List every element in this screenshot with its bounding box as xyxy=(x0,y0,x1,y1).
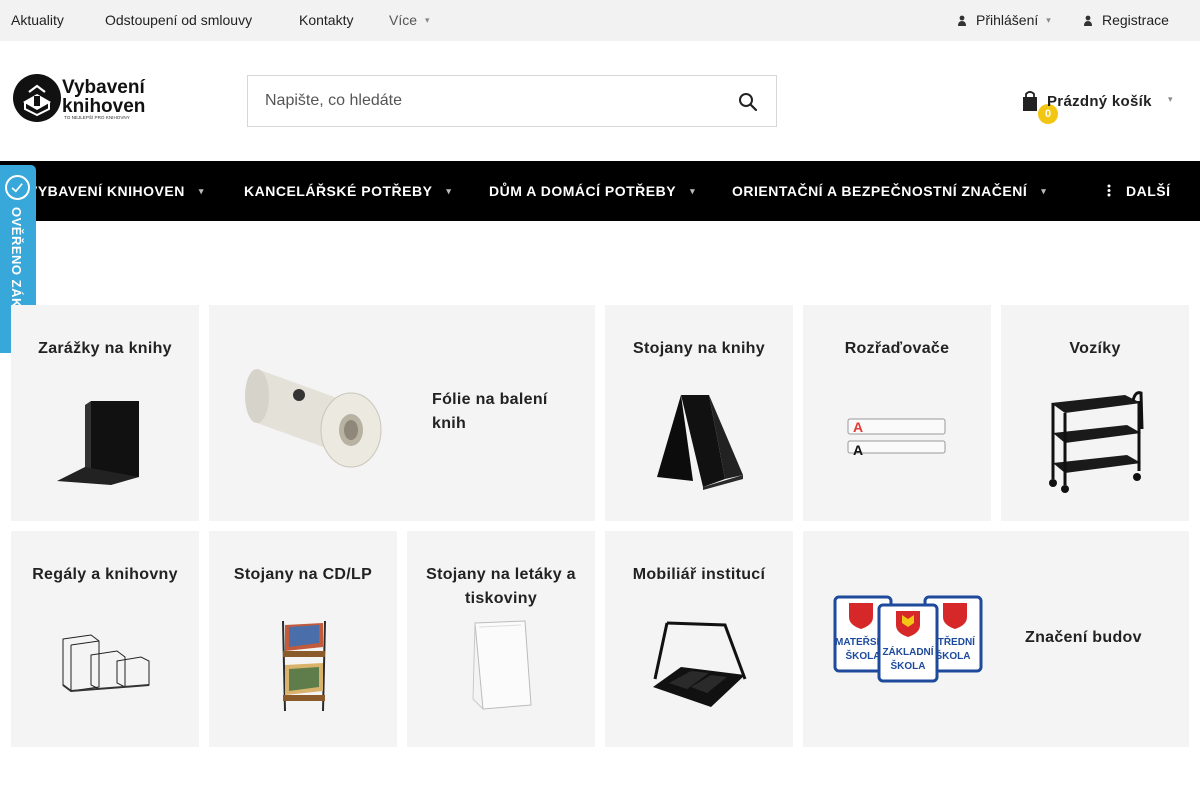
book-stand-image xyxy=(657,395,743,490)
logo-graphic: Vybavení knihoven TO NEJLEPŠÍ PRO KNIHOV… xyxy=(13,74,145,122)
magazine-rack-image xyxy=(653,621,747,707)
category-title: Značení budov xyxy=(1025,629,1142,646)
category-tile-folie[interactable]: Fólie na balení knih xyxy=(209,305,595,521)
user-icon xyxy=(958,15,966,26)
category-title: Rozřaďovače xyxy=(844,340,950,357)
category-tile-rozradovace[interactable]: Rozřaďovače A A xyxy=(803,305,991,521)
category-tile-stojany-na-knihy[interactable]: Stojany na knihy xyxy=(605,305,793,521)
top-bar: Aktuality Odstoupení od smlouvy Kontakty… xyxy=(0,0,1200,41)
category-title: Stojany na CD/LP xyxy=(233,566,373,583)
register-link[interactable]: Registrace xyxy=(1084,12,1169,28)
logo-tagline: TO NEJLEPŠÍ PRO KNIHOVNY xyxy=(64,114,130,120)
chevron-down-icon: ▾ xyxy=(198,186,204,196)
search-box xyxy=(247,75,777,127)
sign-center-line2: ŠKOLA xyxy=(891,659,926,672)
nav-item-dum-a-domaci-potreby[interactable]: DŮM A DOMÁCÍ POTŘEBY ▾ xyxy=(489,183,695,199)
sign-center: ZÁKLADNÍ ŠKOLA xyxy=(877,603,939,683)
category-tile-stojany-cd-lp[interactable]: Stojany na CD/LP xyxy=(209,531,397,747)
category-tile-mobiliar[interactable]: Mobiliář institucí xyxy=(605,531,793,747)
nav-item-kancelarske-potreby[interactable]: KANCELÁŘSKÉ POTŘEBY ▾ xyxy=(244,183,451,199)
divider-letter-red: A xyxy=(853,419,863,435)
link-aktuality[interactable]: Aktuality xyxy=(11,12,64,28)
sign-left-line2: ŠKOLA xyxy=(846,649,881,662)
nav-item-vybaveni-knihoven[interactable]: VYBAVENÍ KNIHOVEN ▾ xyxy=(28,183,204,199)
site-logo[interactable]: Vybavení knihoven TO NEJLEPŠÍ PRO KNIHOV… xyxy=(12,72,152,124)
sign-center-line1: ZÁKLADNÍ xyxy=(882,645,933,658)
link-kontakty[interactable]: Kontakty xyxy=(299,12,353,28)
category-title: Vozíky xyxy=(1069,340,1121,357)
nav-more-button[interactable]: DALŠÍ xyxy=(1106,183,1171,199)
verified-seal-icon xyxy=(5,175,30,200)
category-tile-voziky[interactable]: Vozíky xyxy=(1001,305,1189,521)
register-label: Registrace xyxy=(1102,12,1169,28)
chevron-down-icon: ▾ xyxy=(690,186,696,196)
chevron-down-icon: ▾ xyxy=(1168,94,1173,104)
record-rack-image xyxy=(282,620,326,712)
leaflet-stand-image xyxy=(472,620,532,710)
category-title: Regály a knihovny xyxy=(32,566,178,583)
more-links-label: Více xyxy=(389,12,418,28)
shopping-bag-icon xyxy=(1023,91,1037,111)
category-title: Stojany na knihy xyxy=(633,340,765,357)
category-title: Fólie na balení knih xyxy=(432,391,548,432)
nav-item-label: DŮM A DOMÁCÍ POTŘEBY xyxy=(489,183,677,199)
logo-text-line1: Vybavení xyxy=(62,77,145,98)
book-cart-image xyxy=(1049,391,1144,493)
more-dots-icon xyxy=(1107,184,1111,197)
chevron-down-icon: ▾ xyxy=(1041,186,1047,196)
sign-right-line2: ŠKOLA xyxy=(936,649,971,662)
school-signs-image: MATEŘSKÁ ŠKOLA STŘEDNÍ ŠKOLA ZÁKLADNÍ ŠK… xyxy=(833,595,983,683)
logo-text-line2: knihoven xyxy=(62,96,145,117)
search-icon[interactable] xyxy=(738,92,758,112)
bookend-image xyxy=(57,401,139,485)
cart-label: Prázdný košík xyxy=(1047,93,1152,110)
category-title: Zarážky na knihy xyxy=(38,340,172,357)
category-tile-regaly[interactable]: Regály a knihovny xyxy=(11,531,199,747)
nav-item-label: ORIENTAČNÍ A BEZPEČNOSTNÍ ZNAČENÍ xyxy=(732,183,1028,199)
foil-roll-image xyxy=(245,369,382,468)
more-links-menu[interactable]: Více ▾ xyxy=(389,12,430,28)
shelf-divider-image: A A xyxy=(847,418,946,458)
main-navigation: VYBAVENÍ KNIHOVEN ▾ KANCELÁŘSKÉ POTŘEBY ▾ … xyxy=(0,161,1200,221)
nav-item-label: KANCELÁŘSKÉ POTŘEBY xyxy=(244,183,433,199)
chevron-down-icon: ▾ xyxy=(446,186,452,196)
login-label: Přihlášení xyxy=(976,12,1039,28)
cart-button[interactable]: 0 Prázdný košík ▾ xyxy=(1018,86,1178,126)
chevron-down-icon: ▾ xyxy=(1046,15,1051,25)
divider-letter-black: A xyxy=(853,442,863,458)
category-title: Stojany na letáky a tiskoviny xyxy=(426,566,576,607)
nav-more-label: DALŠÍ xyxy=(1126,183,1171,199)
user-add-icon xyxy=(1084,15,1092,26)
link-odstoupeni[interactable]: Odstoupení od smlouvy xyxy=(105,12,252,28)
nav-item-orientacni-znaceni[interactable]: ORIENTAČNÍ A BEZPEČNOSTNÍ ZNAČENÍ ▾ xyxy=(732,183,1046,199)
category-tile-zarazky[interactable]: Zarážky na knihy xyxy=(11,305,199,521)
login-link[interactable]: Přihlášení ▾ xyxy=(958,12,1051,28)
search-input[interactable] xyxy=(265,90,705,112)
chevron-down-icon: ▾ xyxy=(425,15,430,25)
category-tile-stojany-letaky[interactable]: Stojany na letáky a tiskoviny xyxy=(407,531,595,747)
acrylic-shelves-image xyxy=(62,634,150,693)
category-title: Mobiliář institucí xyxy=(632,566,766,583)
category-tile-znaceni-budov[interactable]: MATEŘSKÁ ŠKOLA STŘEDNÍ ŠKOLA ZÁKLADNÍ ŠK… xyxy=(803,531,1189,747)
nav-item-label: VYBAVENÍ KNIHOVEN xyxy=(28,183,185,199)
